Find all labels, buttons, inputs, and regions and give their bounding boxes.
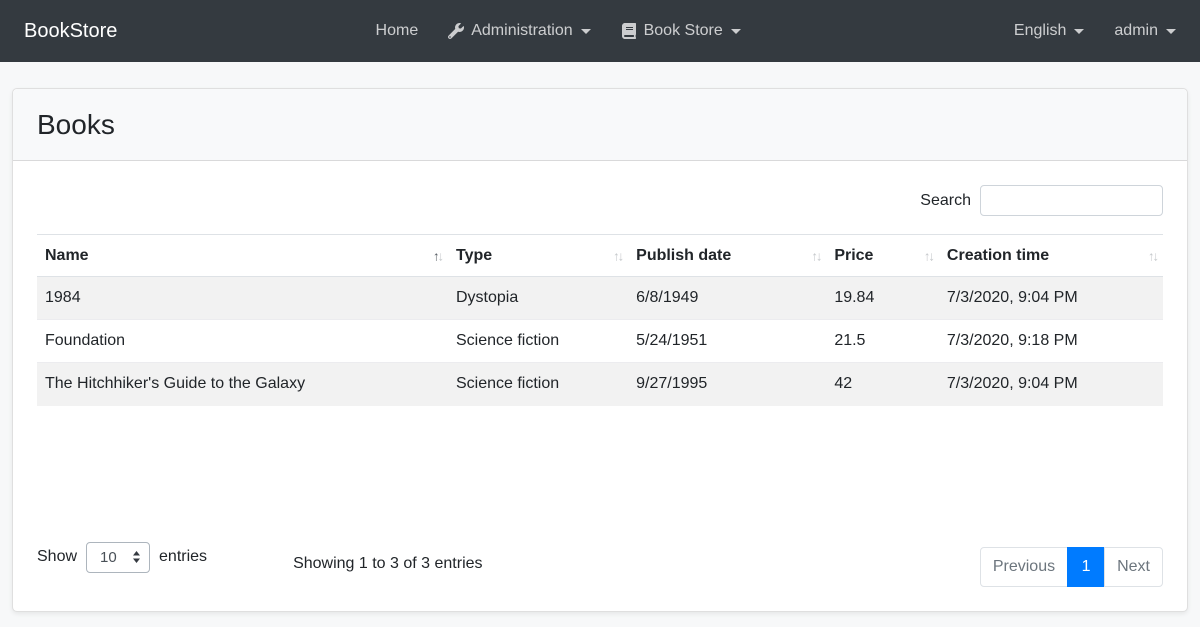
column-header-price[interactable]: Price ↑↓ [826,235,939,277]
column-header-type[interactable]: Type ↑↓ [448,235,628,277]
navbar-right: English admin [999,22,1176,40]
cell-creation-time: 7/3/2020, 9:04 PM [939,363,1163,406]
cell-name: 1984 [37,277,448,320]
cell-price: 19.84 [826,277,939,320]
cell-price: 21.5 [826,320,939,363]
sort-icon: ↑↓ [811,248,820,263]
chevron-down-icon [1074,29,1084,34]
user-label: admin [1114,22,1158,40]
cell-name: The Hitchhiker's Guide to the Galaxy [37,363,448,406]
pagination-page-1[interactable]: 1 [1068,547,1105,587]
sort-icon: ↑↓ [433,248,442,263]
cell-creation-time: 7/3/2020, 9:04 PM [939,277,1163,320]
table-info: Showing 1 to 3 of 3 entries [293,555,482,573]
nav-item-home[interactable]: Home [361,22,434,40]
cell-publish-date: 9/27/1995 [628,363,826,406]
cell-type: Dystopia [448,277,628,320]
card-body: Search Name ↑↓ Type ↑↓ [13,161,1187,611]
main-menu: Home Administration Book Store [361,22,756,40]
search-row: Search [37,185,1163,216]
search-label: Search [920,192,971,210]
page-length-control: Show 10 entries [37,542,207,573]
table-row[interactable]: The Hitchhiker's Guide to the Galaxy Sci… [37,363,1163,406]
top-navbar: BookStore Home Administration Book Store [0,0,1200,62]
table-row[interactable]: Foundation Science fiction 5/24/1951 21.… [37,320,1163,363]
pagination-previous[interactable]: Previous [980,547,1068,587]
brand-link[interactable]: BookStore [24,20,117,43]
column-header-creation-time[interactable]: Creation time ↑↓ [939,235,1163,277]
pagination-next[interactable]: Next [1105,547,1163,587]
table-footer: Show 10 entries Showing 1 to 3 of 3 entr… [37,542,1163,587]
entries-label: entries [159,548,207,566]
cell-creation-time: 7/3/2020, 9:18 PM [939,320,1163,363]
book-icon [621,23,637,39]
nav-item-administration[interactable]: Administration [433,22,605,40]
column-label: Publish date [636,247,731,264]
column-label: Name [45,247,89,264]
previous-button[interactable]: Previous [980,547,1068,587]
cell-type: Science fiction [448,320,628,363]
page-1-button[interactable]: 1 [1067,547,1105,587]
nav-administration-label: Administration [471,22,572,40]
page-size-select-wrap: 10 [86,542,150,573]
nav-home-label: Home [376,22,419,40]
cell-publish-date: 6/8/1949 [628,277,826,320]
page: BookStore Home Administration Book Store [0,0,1200,627]
column-label: Creation time [947,247,1049,264]
table-row[interactable]: 1984 Dystopia 6/8/1949 19.84 7/3/2020, 9… [37,277,1163,320]
table-header-row: Name ↑↓ Type ↑↓ Publish date ↑↓ Price [37,235,1163,277]
language-label: English [1014,22,1066,40]
cell-name: Foundation [37,320,448,363]
chevron-down-icon [1166,29,1176,34]
language-menu[interactable]: English [999,22,1099,40]
cell-publish-date: 5/24/1951 [628,320,826,363]
column-header-publish-date[interactable]: Publish date ↑↓ [628,235,826,277]
books-table: Name ↑↓ Type ↑↓ Publish date ↑↓ Price [37,234,1163,406]
show-label: Show [37,548,77,566]
sort-icon: ↑↓ [924,248,933,263]
column-label: Price [834,247,873,264]
column-header-name[interactable]: Name ↑↓ [37,235,448,277]
sort-icon: ↑↓ [613,248,622,263]
card-header: Books [13,89,1187,161]
user-menu[interactable]: admin [1099,22,1176,40]
spacer [37,406,1163,542]
next-button[interactable]: Next [1104,547,1163,587]
page-size-select[interactable]: 10 [86,542,150,573]
books-card: Books Search Name ↑↓ Type [12,88,1188,612]
cell-type: Science fiction [448,363,628,406]
nav-book-store-label: Book Store [644,22,723,40]
wrench-icon [448,23,464,39]
page-title: Books [37,109,115,141]
column-label: Type [456,247,492,264]
chevron-down-icon [731,29,741,34]
chevron-down-icon [581,29,591,34]
pagination: Previous 1 Next [980,547,1163,587]
nav-item-book-store[interactable]: Book Store [606,22,756,40]
sort-icon: ↑↓ [1148,248,1157,263]
search-input[interactable] [980,185,1163,216]
cell-price: 42 [826,363,939,406]
